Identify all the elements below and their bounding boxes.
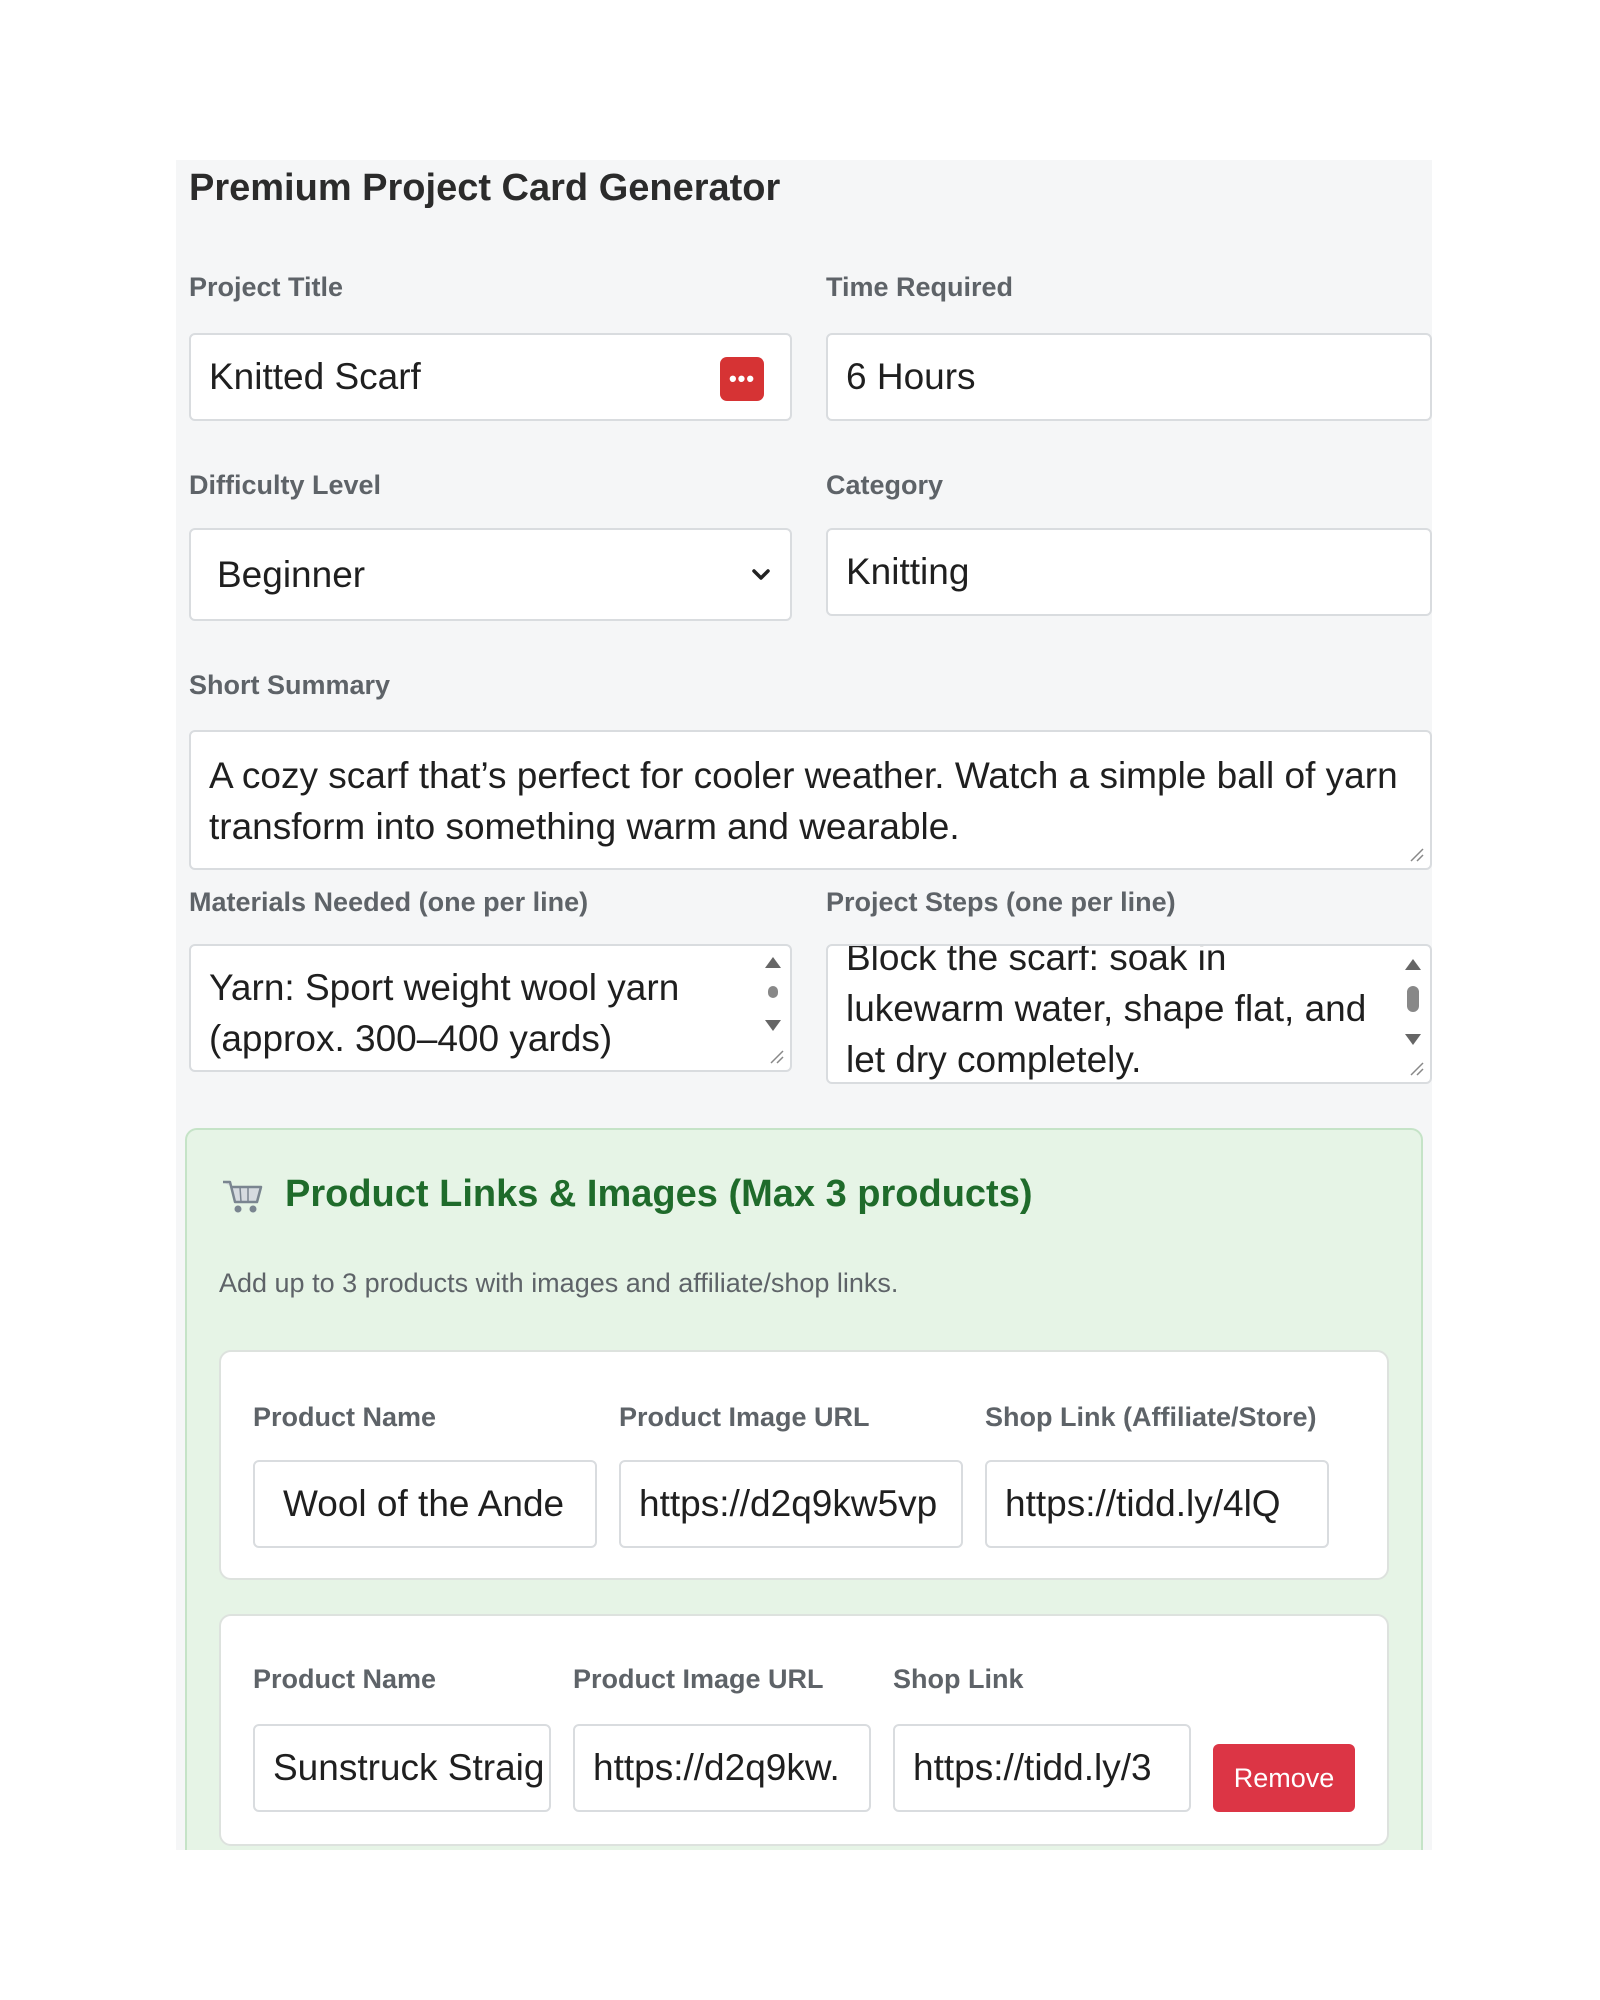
product-image-url-label: Product Image URL [573,1664,824,1694]
materials-value: Yarn: Sport weight wool yarn (approx. 30… [209,967,680,1059]
product-name-value: Wool of the Ande [283,1483,565,1524]
summary-value: A cozy scarf that’s perfect for cooler w… [209,755,1398,847]
project-card-form: Premium Project Card Generator Project T… [176,160,1432,1850]
difficulty-select[interactable]: Beginner [189,528,792,621]
time-required-value: 6 Hours [846,356,976,397]
shop-link-value: https://tidd.ly/3 [913,1747,1152,1788]
category-value: Knitting [846,551,970,592]
chevron-down-icon [752,569,770,580]
resize-handle-icon[interactable] [1408,846,1424,862]
product-name-input[interactable]: Wool of the Ande [253,1460,597,1548]
project-title-input[interactable]: Knitted Scarf ••• [189,333,792,421]
materials-scrollbar[interactable] [762,952,784,1034]
steps-label: Project Steps (one per line) [826,887,1176,917]
project-title-label: Project Title [189,272,344,302]
product-image-url-input[interactable]: https://d2q9kw5vp [619,1460,963,1548]
remove-product-button[interactable]: Remove [1213,1744,1355,1812]
product-name-label: Product Name [253,1664,437,1694]
product-image-url-value: https://d2q9kw. [593,1747,840,1788]
shopping-cart-icon [223,1180,263,1213]
products-section: Product Links & Images (Max 3 products) … [185,1128,1423,1850]
product-name-value: Sunstruck Straig [273,1747,543,1788]
summary-textarea[interactable]: A cozy scarf that’s perfect for cooler w… [189,730,1432,870]
time-required-input[interactable]: 6 Hours [826,333,1432,421]
shop-link-label: Shop Link (Affiliate/Store) [985,1402,1317,1432]
shop-link-input[interactable]: https://tidd.ly/4lQ [985,1460,1329,1548]
steps-value: Block the scarf: soak in lukewarm water,… [846,944,1367,1080]
category-label: Category [826,470,944,500]
time-required-label: Time Required [826,272,1014,302]
category-input[interactable]: Knitting [826,528,1432,616]
product-image-url-input[interactable]: https://d2q9kw. [573,1724,871,1812]
shop-link-value: https://tidd.ly/4lQ [1005,1483,1281,1524]
shop-link-input[interactable]: https://tidd.ly/3 [893,1724,1191,1812]
steps-scrollbar[interactable] [1402,952,1424,1052]
product-card: Product Name Product Image URL Shop Link… [219,1614,1389,1846]
page-title: Premium Project Card Generator [189,167,781,209]
more-options-icon[interactable]: ••• [720,357,764,401]
product-card: Product Name Product Image URL Shop Link… [219,1350,1389,1580]
difficulty-label: Difficulty Level [189,470,382,500]
products-subtitle: Add up to 3 products with images and aff… [219,1268,899,1298]
materials-textarea[interactable]: Yarn: Sport weight wool yarn (approx. 30… [189,944,792,1072]
resize-handle-icon[interactable] [768,1048,784,1064]
steps-textarea[interactable]: Block the scarf: soak in lukewarm water,… [826,944,1432,1084]
product-image-url-value: https://d2q9kw5vp [639,1483,938,1524]
products-title: Product Links & Images (Max 3 products) [285,1173,1033,1215]
shop-link-label: Shop Link [893,1664,1024,1694]
product-name-label: Product Name [253,1402,437,1432]
summary-label: Short Summary [189,670,391,700]
product-image-url-label: Product Image URL [619,1402,870,1432]
difficulty-value: Beginner [217,553,366,595]
project-title-value: Knitted Scarf [209,356,421,397]
resize-handle-icon[interactable] [1408,1060,1424,1076]
product-name-input[interactable]: Sunstruck Straig [253,1724,551,1812]
materials-label: Materials Needed (one per line) [189,887,589,917]
